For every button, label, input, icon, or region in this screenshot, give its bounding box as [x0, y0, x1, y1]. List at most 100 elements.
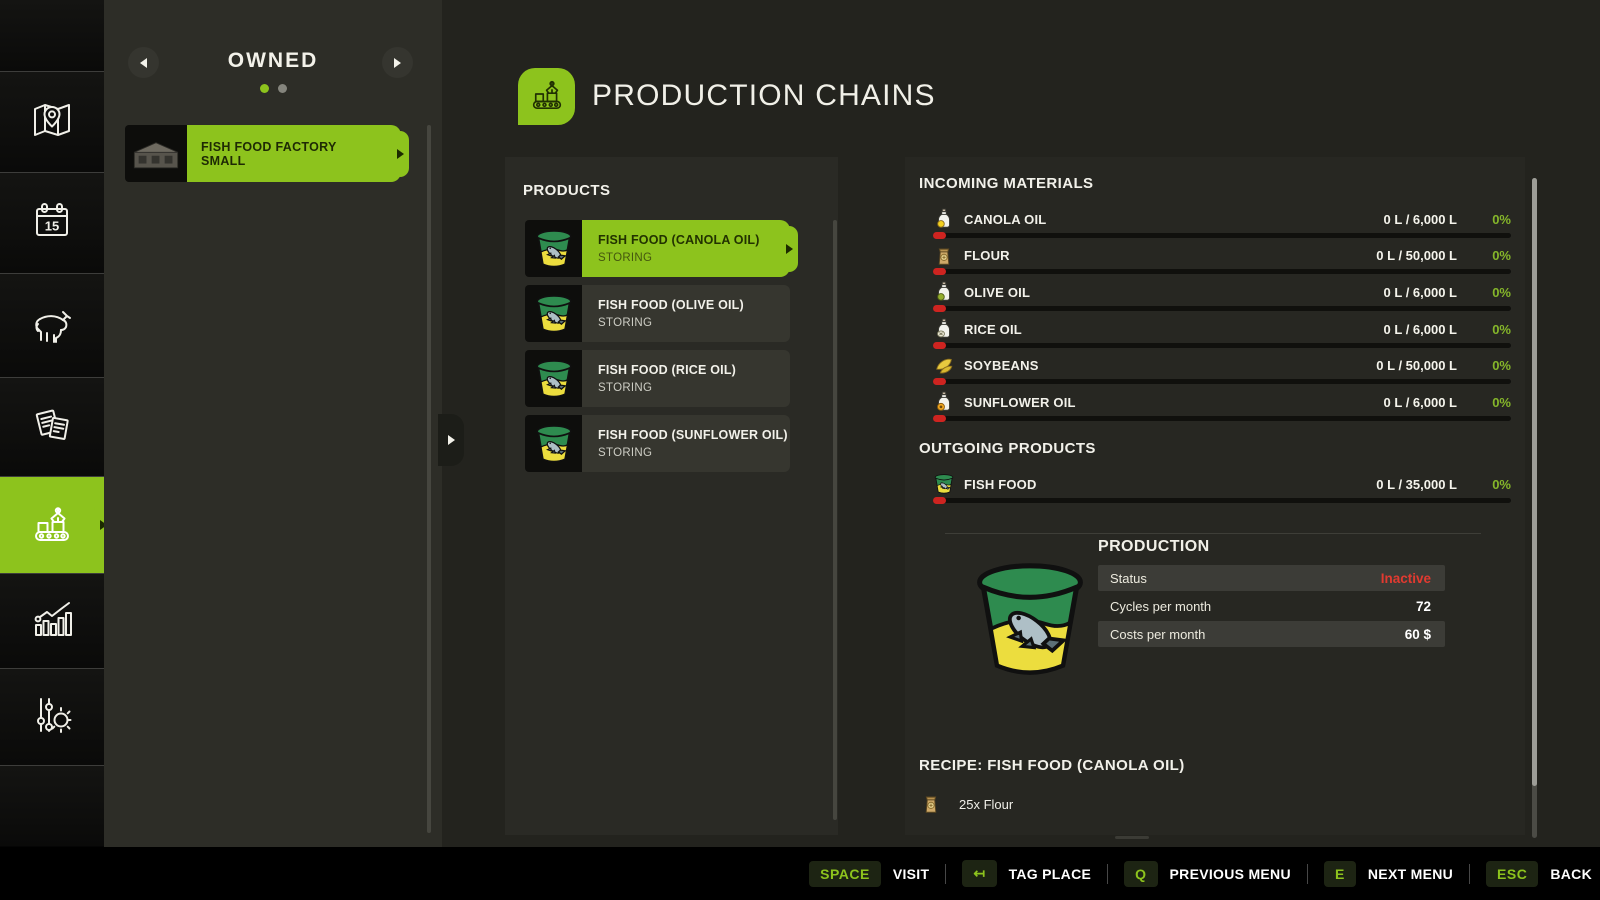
- page-title: PRODUCTION CHAINS: [592, 79, 936, 113]
- product-title: FISH FOOD (RICE OIL): [598, 363, 790, 377]
- panel-collapse-handle[interactable]: [438, 414, 464, 466]
- e-key[interactable]: E: [1324, 861, 1356, 887]
- product-status: STORING: [598, 252, 790, 264]
- rice-oil-icon: [933, 318, 955, 340]
- esc-key[interactable]: ESC: [1486, 861, 1538, 887]
- production-heading: PRODUCTION: [1098, 538, 1210, 556]
- fill-level-bar: [933, 416, 1511, 421]
- owned-panel-scrollbar[interactable]: [427, 125, 431, 833]
- table-row-cycles: Cycles per month 72: [1098, 593, 1445, 619]
- product-item-olive[interactable]: FISH FOOD (OLIVE OIL) STORING: [525, 285, 790, 342]
- products-scrollbar[interactable]: [833, 220, 837, 820]
- hint-visit: SPACE VISIT: [809, 861, 929, 887]
- detail-scrollbar-track[interactable]: [1532, 178, 1537, 838]
- sidebar-item-animals[interactable]: [0, 274, 104, 378]
- fill-level-bar: [933, 379, 1511, 384]
- soybeans-icon: [933, 355, 955, 377]
- hint-divider: [1307, 864, 1308, 884]
- sidebar-item-contracts[interactable]: [0, 378, 104, 477]
- selected-product-image: [967, 557, 1093, 687]
- empty-level-dot: [933, 497, 946, 504]
- hint-previous-menu: Q PREVIOUS MENU: [1124, 861, 1291, 887]
- documents-icon: [28, 401, 76, 454]
- hint-back: ESC BACK: [1486, 861, 1592, 887]
- sidebar-item-map[interactable]: [0, 72, 104, 173]
- products-list: FISH FOOD (CANOLA OIL) STORING FISH FOOD…: [525, 220, 790, 472]
- product-title: FISH FOOD (SUNFLOWER OIL): [598, 428, 790, 442]
- section-divider: [945, 533, 1481, 534]
- calendar-icon: 15: [28, 197, 76, 250]
- product-title: FISH FOOD (OLIVE OIL): [598, 298, 790, 312]
- product-status: STORING: [598, 447, 790, 459]
- pager-dot-inactive: [278, 84, 287, 93]
- empty-level-dot: [933, 415, 946, 422]
- sidebar-item-blank-bottom: [0, 766, 104, 846]
- fill-level-bar: [933, 233, 1511, 238]
- canola-oil-icon: [933, 208, 955, 230]
- owned-item-label: FISH FOOD FACTORY SMALL: [187, 140, 359, 168]
- flour-icon: [920, 793, 942, 815]
- hint-next-menu: E NEXT MENU: [1324, 861, 1453, 887]
- detail-scrollbar-thumb[interactable]: [1532, 178, 1537, 786]
- incoming-materials-heading: INCOMING MATERIALS: [919, 175, 1093, 192]
- empty-level-dot: [933, 378, 946, 385]
- cow-icon: [28, 299, 76, 352]
- sidebar: 15: [0, 0, 104, 847]
- product-status: STORING: [598, 382, 790, 394]
- olive-oil-icon: [933, 281, 955, 303]
- material-row-rice-oil: RICE OIL 0 L / 6,000 L 0%: [933, 315, 1511, 352]
- sidebar-item-production[interactable]: [0, 477, 104, 574]
- fill-level-bar: [933, 343, 1511, 348]
- material-row-flour: FLOUR 0 L / 50,000 L 0%: [933, 242, 1511, 279]
- flour-icon: [933, 245, 955, 267]
- q-key[interactable]: Q: [1124, 861, 1157, 887]
- sunflower-oil-icon: [933, 391, 955, 413]
- hint-divider: [1469, 864, 1470, 884]
- sidebar-item-statistics[interactable]: [0, 574, 104, 669]
- fish-food-icon: [933, 473, 955, 495]
- space-key[interactable]: SPACE: [809, 861, 881, 887]
- product-status: STORING: [598, 317, 790, 329]
- empty-level-dot: [933, 232, 946, 239]
- empty-level-dot: [933, 268, 946, 275]
- sidebar-item-blank: [0, 0, 104, 72]
- production-chains-screen: 15: [0, 0, 1600, 900]
- production-chains-icon: [527, 74, 567, 119]
- status-value: Inactive: [1381, 571, 1431, 586]
- sidebar-item-settings[interactable]: [0, 669, 104, 766]
- sidebar-item-calendar[interactable]: 15: [0, 173, 104, 274]
- product-item-sunflower[interactable]: FISH FOOD (SUNFLOWER OIL) STORING: [525, 415, 790, 472]
- recipe-ingredient-flour: 25x Flour: [920, 793, 1013, 815]
- product-title: FISH FOOD (CANOLA OIL): [598, 233, 790, 247]
- owned-next-button[interactable]: [382, 47, 413, 78]
- incoming-materials-list: CANOLA OIL 0 L / 6,000 L 0% FLOUR 0 L / …: [933, 205, 1511, 425]
- fish-food-bucket-icon: [525, 415, 582, 472]
- product-item-canola[interactable]: FISH FOOD (CANOLA OIL) STORING: [525, 220, 790, 277]
- sliders-gear-icon: [28, 691, 76, 744]
- fish-food-bucket-icon: [525, 220, 582, 277]
- owned-pager-dots: [104, 84, 442, 93]
- fish-food-bucket-icon: [525, 350, 582, 407]
- calendar-day-label: 15: [45, 218, 59, 233]
- owned-list-item-fish-food-factory[interactable]: FISH FOOD FACTORY SMALL: [125, 125, 401, 182]
- products-panel: PRODUCTS FISH FOOD (CANOLA OIL) STORING …: [505, 157, 838, 835]
- outgoing-products-heading: OUTGOING PRODUCTS: [919, 440, 1096, 457]
- production-detail-panel: INCOMING MATERIALS CANOLA OIL 0 L / 6,00…: [905, 157, 1525, 835]
- product-item-rice[interactable]: FISH FOOD (RICE OIL) STORING: [525, 350, 790, 407]
- hint-divider: [945, 864, 946, 884]
- material-row-sunflower-oil: SUNFLOWER OIL 0 L / 6,000 L 0%: [933, 388, 1511, 425]
- production-icon: [28, 499, 76, 552]
- fill-level-bar: [933, 498, 1511, 503]
- products-heading: PRODUCTS: [523, 182, 610, 199]
- table-row-costs: Costs per month 60 $: [1098, 621, 1445, 647]
- bar-chart-icon: [28, 595, 76, 648]
- tab-key-arrow-icon[interactable]: ↤: [962, 860, 996, 887]
- recipe-scroll-indicator: [1115, 836, 1149, 839]
- selected-item-notch: [780, 226, 798, 272]
- recipe-heading: RECIPE: FISH FOOD (CANOLA OIL): [919, 757, 1185, 774]
- product-row-fish-food: FISH FOOD 0 L / 35,000 L 0%: [933, 470, 1511, 507]
- fill-level-bar: [933, 306, 1511, 311]
- map-icon: [28, 96, 76, 149]
- page-icon-badge: [518, 68, 575, 125]
- fish-food-bucket-icon: [525, 285, 582, 342]
